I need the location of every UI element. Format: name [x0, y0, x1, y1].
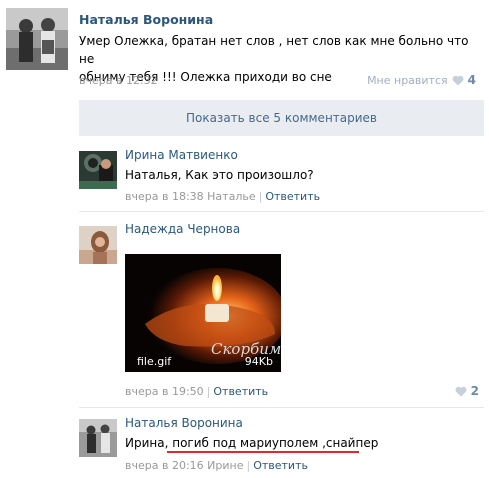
- comment-text-highlight: погиб под мариуполем ,снайпер: [172, 436, 379, 450]
- comment-meta: вчера в 19:50 | Ответить: [125, 385, 268, 398]
- heart-icon: [452, 75, 464, 85]
- avatar-photo: [6, 8, 68, 70]
- comment-divider: [79, 211, 484, 212]
- comment-timestamp[interactable]: вчера в 20:16: [125, 459, 204, 472]
- avatar-photo: [79, 151, 117, 189]
- meta-separator: |: [258, 190, 263, 203]
- post-timestamp[interactable]: вчера в 12:32: [79, 74, 158, 87]
- show-all-comments-button[interactable]: Показать все 5 комментариев: [79, 100, 484, 136]
- comment-author-name[interactable]: Надежда Чернова: [125, 222, 240, 236]
- post-like-label: Мне нравится: [367, 73, 448, 87]
- comment-timestamp[interactable]: вчера в 18:38: [125, 190, 204, 203]
- gif-attachment[interactable]: Скорбим file.gif 94Kb: [125, 254, 281, 372]
- comment-meta: вчера в 18:38 Наталье | Ответить: [125, 190, 320, 203]
- post-author-avatar[interactable]: [6, 8, 68, 70]
- comment-avatar[interactable]: [79, 151, 117, 189]
- meta-separator: |: [206, 385, 211, 398]
- comment-text: Наталья, Как это произошло?: [125, 168, 314, 182]
- meta-separator: |: [246, 459, 251, 472]
- post-like-count: 4: [467, 73, 476, 87]
- comment-like-count: 2: [470, 384, 479, 398]
- reply-button[interactable]: Ответить: [213, 385, 268, 398]
- comment-timestamp[interactable]: вчера в 19:50: [125, 385, 204, 398]
- comment-text: Ирина, погиб под мариуполем ,снайпер: [125, 434, 378, 452]
- comment-author-name[interactable]: Ирина Матвиенко: [125, 148, 238, 162]
- gif-filename: file.gif: [137, 355, 172, 368]
- comment-author-name[interactable]: Наталья Воронина: [125, 416, 243, 430]
- post-author-name[interactable]: Наталья Воронина: [79, 12, 213, 27]
- comment-reply-to[interactable]: Ирине: [207, 459, 243, 472]
- avatar-photo: [79, 419, 117, 457]
- comment-avatar[interactable]: [79, 419, 117, 457]
- red-underline-mark: [167, 451, 359, 453]
- post-text-line1: Умер Олежка, братан нет слов , нет слов …: [79, 34, 469, 66]
- comment-meta: вчера в 20:16 Ирине | Ответить: [125, 459, 308, 472]
- comment-avatar[interactable]: [79, 226, 117, 264]
- comment-reply-to[interactable]: Наталье: [207, 190, 255, 203]
- heart-icon: [455, 386, 467, 396]
- post-like-button[interactable]: Мне нравится 4: [367, 73, 476, 87]
- reply-button[interactable]: Ответить: [265, 190, 320, 203]
- comment-divider: [79, 407, 484, 408]
- gif-filesize: 94Kb: [244, 355, 273, 368]
- comment-text-prefix: Ирина,: [125, 436, 169, 450]
- reply-button[interactable]: Ответить: [253, 459, 308, 472]
- comment-like-button[interactable]: 2: [455, 384, 479, 398]
- avatar-photo: [79, 226, 117, 264]
